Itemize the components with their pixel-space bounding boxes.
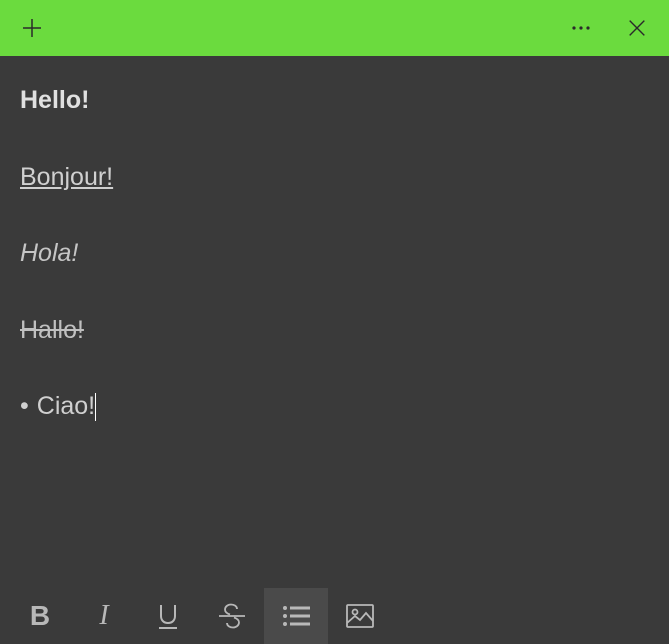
image-button[interactable] xyxy=(328,588,392,644)
image-icon xyxy=(346,604,374,628)
strikethrough-button[interactable] xyxy=(200,588,264,644)
bullets-button[interactable] xyxy=(264,588,328,644)
titlebar xyxy=(0,0,669,56)
plus-icon xyxy=(20,16,44,40)
bullet-icon: • xyxy=(20,390,29,423)
note-line: Hallo! xyxy=(20,314,649,347)
strikethrough-icon xyxy=(217,603,247,629)
bullet-text: Ciao! xyxy=(37,392,95,420)
text-cursor xyxy=(95,393,96,421)
new-note-button[interactable] xyxy=(16,12,48,44)
note-line: Bonjour! xyxy=(20,161,649,194)
note-content[interactable]: Hello! Bonjour! Hola! Hallo! • Ciao! xyxy=(0,56,669,588)
underline-button[interactable] xyxy=(136,588,200,644)
close-icon xyxy=(626,17,648,39)
bold-button[interactable]: B xyxy=(8,588,72,644)
note-line: • Ciao! xyxy=(20,390,649,423)
italic-button[interactable]: I xyxy=(72,588,136,644)
note-line: Hola! xyxy=(20,237,649,270)
close-button[interactable] xyxy=(621,12,653,44)
bullets-icon xyxy=(282,605,310,627)
underline-icon xyxy=(155,602,181,630)
more-menu-button[interactable] xyxy=(565,12,597,44)
note-line: Hello! xyxy=(20,84,649,117)
ellipsis-icon xyxy=(569,16,593,40)
format-toolbar: B I xyxy=(0,588,669,644)
